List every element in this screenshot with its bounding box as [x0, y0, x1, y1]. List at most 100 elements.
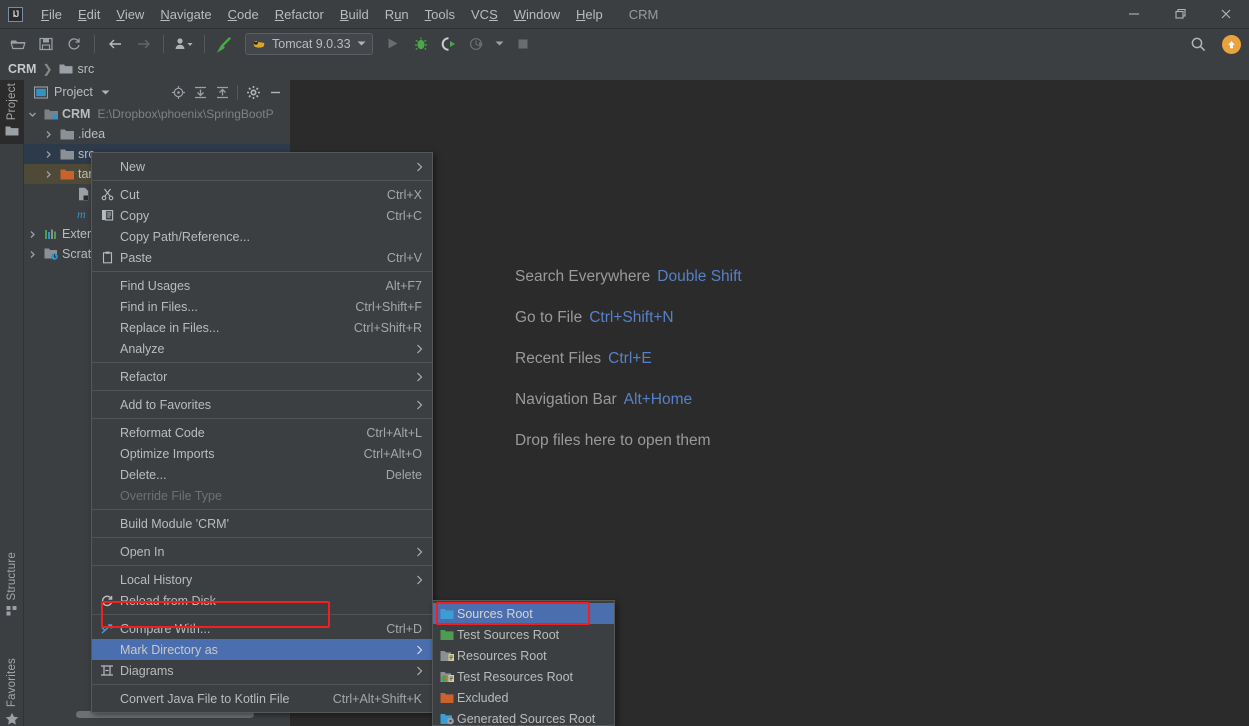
menu-item-open-in[interactable]: Open In [92, 541, 432, 562]
chevron-right-icon[interactable] [44, 150, 58, 159]
chevron-right-icon[interactable] [44, 170, 58, 179]
submenu-item-label: Sources Root [457, 606, 533, 621]
menu-view[interactable]: View [108, 3, 152, 26]
menu-item-local-history[interactable]: Local History [92, 569, 432, 590]
breadcrumb-item-project[interactable]: CRM [8, 62, 36, 76]
tree-row[interactable]: .idea [24, 124, 290, 144]
menu-item-diagrams[interactable]: Diagrams [92, 660, 432, 681]
menu-item-label: Replace in Files... [120, 320, 220, 335]
menu-item-reformat-code[interactable]: Reformat Code Ctrl+Alt+L [92, 422, 432, 443]
menu-item-delete[interactable]: Delete... Delete [92, 464, 432, 485]
chevron-down-icon[interactable] [101, 89, 110, 96]
chevron-down-icon[interactable] [492, 32, 508, 56]
menu-item-replace-in-files[interactable]: Replace in Files... Ctrl+Shift+R [92, 317, 432, 338]
locate-icon[interactable] [167, 82, 189, 102]
debug-bug-icon[interactable] [408, 32, 434, 56]
project-context-menu[interactable]: New Cut Ctrl+X Copy Ctrl+C Copy Path/Referenc… [91, 152, 433, 713]
chevron-right-icon[interactable] [28, 230, 42, 239]
menu-run[interactable]: Run [377, 3, 417, 26]
project-panel-title: Project [54, 85, 93, 99]
user-dropdown-icon[interactable] [171, 32, 197, 56]
menu-item-mark-directory-as[interactable]: Mark Directory as [92, 639, 432, 660]
minimize-icon[interactable] [1111, 0, 1157, 28]
clipboard-icon [96, 251, 118, 264]
run-coverage-icon[interactable] [436, 32, 462, 56]
menu-item-paste[interactable]: Paste Ctrl+V [92, 247, 432, 268]
menu-item-label: Open In [120, 544, 165, 559]
editor-hint-shortcut: Ctrl+E [608, 350, 652, 367]
submenu-item-resources-root[interactable]: Resources Root [433, 645, 614, 666]
menu-help[interactable]: Help [568, 3, 611, 26]
menu-item-find-in-files[interactable]: Find in Files... Ctrl+Shift+F [92, 296, 432, 317]
menu-navigate[interactable]: Navigate [152, 3, 219, 26]
menu-build[interactable]: Build [332, 3, 377, 26]
menu-item-cut[interactable]: Cut Ctrl+X [92, 184, 432, 205]
hammer-icon[interactable] [212, 32, 238, 56]
chevron-right-icon [416, 162, 423, 172]
menu-item-label: Find Usages [120, 278, 191, 293]
refresh-icon[interactable] [61, 32, 87, 56]
collapse-all-icon[interactable] [211, 82, 233, 102]
chevron-right-icon[interactable] [44, 130, 58, 139]
mark-directory-as-submenu[interactable]: Sources Root Test Sources Root Resources R… [432, 600, 615, 726]
menu-separator [92, 509, 432, 510]
tomcat-icon [252, 37, 266, 51]
chevron-down-icon[interactable] [28, 110, 42, 119]
menu-item-build-module-crm[interactable]: Build Module 'CRM' [92, 513, 432, 534]
menu-refactor[interactable]: Refactor [267, 3, 332, 26]
folder-orange-icon [58, 168, 76, 181]
menu-item-label: Copy Path/Reference... [120, 229, 250, 244]
menu-item-copy-path-reference[interactable]: Copy Path/Reference... [92, 226, 432, 247]
open-folder-icon[interactable] [5, 32, 31, 56]
menu-item-compare-with[interactable]: Compare With... Ctrl+D [92, 618, 432, 639]
menu-bar: IJ File Edit View Navigate Code Refactor Build… [0, 0, 1249, 28]
editor-hint-shortcut: Alt+Home [623, 391, 693, 408]
project-panel-header: Project [24, 80, 290, 104]
hide-icon[interactable] [264, 82, 286, 102]
menu-item-optimize-imports[interactable]: Optimize Imports Ctrl+Alt+O [92, 443, 432, 464]
breadcrumb-item-src[interactable]: src [78, 62, 95, 76]
settings-gear-icon[interactable] [242, 82, 264, 102]
submenu-item-generated-sources-root[interactable]: Generated Sources Root [433, 708, 614, 725]
menu-item-refactor[interactable]: Refactor [92, 366, 432, 387]
chevron-down-icon[interactable] [357, 40, 366, 47]
save-icon[interactable] [33, 32, 59, 56]
expand-all-icon[interactable] [189, 82, 211, 102]
menu-item-convert-java-file-to-kotlin-file[interactable]: Convert Java File to Kotlin File Ctrl+Alt… [92, 688, 432, 709]
chevron-right-icon[interactable] [28, 250, 42, 259]
menu-item-find-usages[interactable]: Find Usages Alt+F7 [92, 275, 432, 296]
chevron-right-icon [416, 400, 423, 410]
submenu-item-sources-root[interactable]: Sources Root [433, 603, 614, 624]
toolbar-separator [94, 34, 95, 53]
restore-icon[interactable] [1157, 0, 1203, 28]
sidebar-item-structure[interactable]: Structure [0, 552, 24, 634]
menu-file[interactable]: File [33, 3, 70, 26]
submenu-item-test-resources-root[interactable]: Test Resources Root [433, 666, 614, 687]
menu-item-new[interactable]: New [92, 156, 432, 177]
menu-item-add-to-favorites[interactable]: Add to Favorites [92, 394, 432, 415]
submenu-item-excluded[interactable]: Excluded [433, 687, 614, 708]
close-icon[interactable] [1203, 0, 1249, 28]
menu-edit[interactable]: Edit [70, 3, 108, 26]
menu-item-label: Mark Directory as [120, 642, 218, 657]
menu-item-label: Copy [120, 208, 150, 223]
menu-item-analyze[interactable]: Analyze [92, 338, 432, 359]
menu-tools[interactable]: Tools [417, 3, 463, 26]
run-configuration-selector[interactable]: Tomcat 9.0.33 [245, 32, 373, 55]
tree-node-label: CRM [62, 107, 91, 121]
menu-item-copy[interactable]: Copy Ctrl+C [92, 205, 432, 226]
update-badge[interactable] [1222, 34, 1241, 54]
submenu-item-test-sources-root[interactable]: Test Sources Root [433, 624, 614, 645]
sidebar-item-project[interactable]: Project [0, 80, 24, 144]
menu-window[interactable]: Window [506, 3, 568, 26]
stripe-label-structure: Structure [6, 552, 18, 601]
maven-icon: m [74, 207, 92, 221]
search-icon[interactable] [1185, 32, 1211, 56]
arrow-left-icon[interactable] [102, 32, 128, 56]
project-icon [34, 85, 48, 99]
menu-vcs[interactable]: VCS [463, 3, 506, 26]
sidebar-item-favorites[interactable]: Favorites [0, 658, 24, 726]
tree-row[interactable]: CRM E:\Dropbox\phoenix\SpringBootP [24, 104, 290, 124]
menu-item-reload-from-disk[interactable]: Reload from Disk [92, 590, 432, 611]
menu-code[interactable]: Code [220, 3, 267, 26]
